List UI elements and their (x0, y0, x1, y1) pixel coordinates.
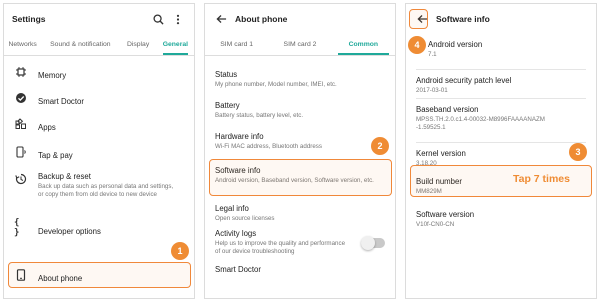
list-item-label: Developer options (38, 227, 101, 236)
backup-icon (14, 172, 28, 186)
highlight-software-info (209, 159, 392, 196)
list-item-label: Backup & reset (38, 172, 91, 181)
about-phone-icon (14, 268, 28, 282)
tab-general[interactable]: General (157, 35, 194, 55)
tab-sim-card-1[interactable]: SIM card 1 (205, 35, 268, 54)
list-item-label: Tap & pay (38, 151, 73, 160)
list-item-label: Activity logs (215, 229, 257, 238)
list-item-hardware-info[interactable]: Hardware info Wi-Fi MAC address, Bluetoo… (215, 132, 385, 160)
list-item-label: Status (215, 70, 238, 79)
list-item-status[interactable]: Status My phone number, Model number, IM… (215, 70, 385, 101)
settings-app-bar: Settings (4, 4, 194, 34)
apps-icon (14, 117, 28, 131)
developer-icon: { } (14, 218, 20, 238)
list-item-battery[interactable]: Battery Battery status, battery level, e… (215, 101, 385, 132)
page-title: Software info (436, 14, 490, 24)
settings-panel: Settings Networks Sound & notification D… (3, 3, 195, 299)
tab-common[interactable]: Common (332, 35, 395, 55)
list-item-value: V10f-CN0-CN (416, 221, 455, 228)
list-item-label: Android security patch level (416, 76, 512, 85)
list-item-value: 7.1 (428, 51, 437, 58)
list-item-activity-logs[interactable]: Activity logs Help us to improve the qua… (215, 225, 385, 263)
settings-list: Memory Smart Doctor Apps Tap & pay Backu… (4, 65, 194, 239)
list-item-about-phone[interactable]: About phone (4, 268, 194, 286)
list-item-memory[interactable]: Memory (4, 65, 194, 87)
software-info-panel: Software info 4 Android version 7.1 Andr… (405, 3, 597, 299)
list-item-label: Apps (38, 123, 56, 132)
list-item-label: Software version (416, 210, 475, 219)
list-item-software-version[interactable]: Software version V10f-CN0-CN (416, 209, 586, 239)
list-item-label: Memory (38, 71, 67, 80)
list-item-legal-info[interactable]: Legal info Open source licenses (215, 198, 385, 225)
list-item-label: About phone (38, 274, 83, 283)
tab-display[interactable]: Display (119, 35, 156, 54)
list-item-smart-doctor[interactable]: Smart Doctor (215, 263, 385, 277)
list-item-description: Wi-Fi MAC address, Bluetooth address (215, 143, 322, 150)
step-badge-3: 3 (569, 143, 587, 161)
list-item-value: MPSS.TH.2.0.c1.4-00032-M8996FAAAANAZM-1.… (416, 116, 545, 131)
search-icon[interactable] (150, 11, 166, 27)
tab-networks[interactable]: Networks (4, 35, 41, 54)
list-item-description: Back up data such as personal data and s… (38, 183, 174, 198)
list-item-description: My phone number, Model number, IMEI, etc… (215, 81, 337, 88)
tab-sim-card-2[interactable]: SIM card 2 (268, 35, 331, 54)
list-item-security-patch[interactable]: Android security patch level 2017-03-01 (416, 70, 586, 98)
tab-sound-notification[interactable]: Sound & notification (41, 35, 119, 54)
list-item-value: 2017-03-01 (416, 87, 448, 94)
list-item-android-version[interactable]: Android version 7.1 (416, 40, 586, 69)
list-item-apps[interactable]: Apps (4, 113, 194, 139)
step-badge-1: 1 (171, 242, 189, 260)
page-title: Settings (12, 14, 46, 24)
page-title: About phone (235, 14, 288, 24)
back-arrow-icon[interactable] (213, 11, 229, 27)
step-badge-4: 4 (408, 36, 426, 54)
about-phone-app-bar: About phone (205, 4, 395, 34)
activity-logs-toggle[interactable] (361, 236, 385, 250)
list-item-description: Help us to improve the quality and perfo… (215, 240, 346, 255)
tap-pay-icon (14, 145, 28, 159)
highlight-back-button (409, 9, 428, 29)
more-options-icon[interactable] (170, 11, 186, 27)
smart-doctor-icon (14, 91, 28, 105)
list-item-label: Smart Doctor (38, 97, 84, 106)
list-item-tap-pay[interactable]: Tap & pay (4, 139, 194, 167)
tap-instruction: Tap 7 times (513, 173, 570, 185)
list-item-description: Open source licenses (215, 215, 275, 222)
settings-tabs: Networks Sound & notification Display Ge… (4, 34, 194, 56)
step-badge-2: 2 (371, 137, 389, 155)
list-item-label: Baseband version (416, 105, 479, 114)
list-item-label: Legal info (215, 204, 249, 213)
list-item-developer-options[interactable]: { } Developer options (4, 211, 194, 239)
list-item-label: Smart Doctor (215, 265, 261, 274)
about-phone-tabs: SIM card 1 SIM card 2 Common (205, 34, 395, 56)
list-item-label: Battery (215, 101, 240, 110)
list-item-baseband-version[interactable]: Baseband version MPSS.TH.2.0.c1.4-00032-… (416, 99, 586, 142)
list-item-smart-doctor[interactable]: Smart Doctor (4, 87, 194, 113)
list-item-label: Kernel version (416, 149, 466, 158)
software-info-app-bar: Software info (406, 4, 596, 34)
memory-icon (14, 65, 28, 79)
list-item-label: Android version (428, 40, 483, 49)
list-item-backup-reset[interactable]: Backup & reset Back up data such as pers… (4, 167, 194, 211)
list-item-description: Battery status, battery level, etc. (215, 112, 304, 119)
list-item-label: Hardware info (215, 132, 264, 141)
software-info-list: Android version 7.1 Android security pat… (406, 34, 596, 239)
about-phone-panel: About phone SIM card 1 SIM card 2 Common… (204, 3, 396, 299)
